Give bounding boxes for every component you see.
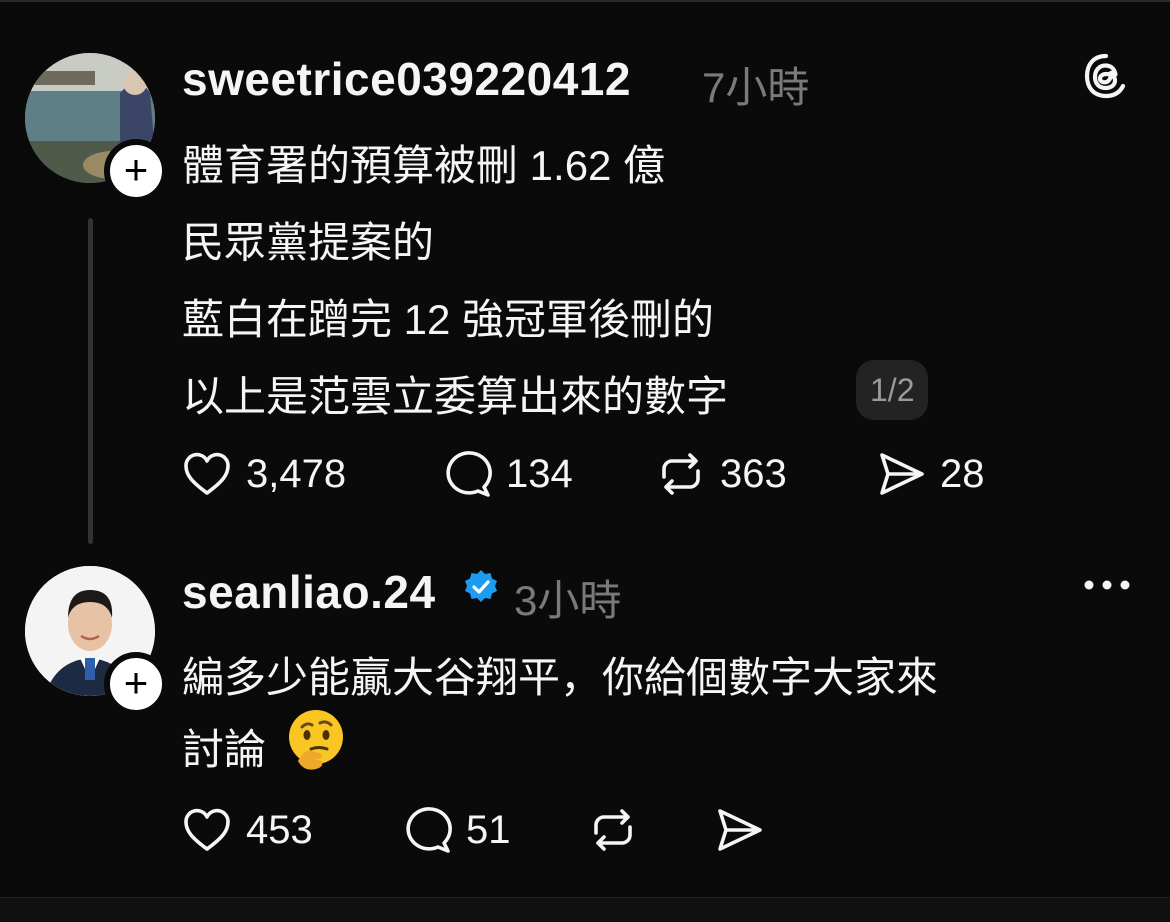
post-username[interactable]: sweetrice039220412: [182, 52, 631, 106]
like-count: 3,478: [246, 451, 347, 496]
reply-time: 3小時: [514, 577, 622, 624]
comment-icon: [406, 807, 452, 853]
like-button[interactable]: 453: [180, 803, 313, 857]
heart-icon: [184, 808, 230, 851]
repost-count: 363: [720, 451, 787, 496]
page-indicator: 1/2: [856, 360, 929, 420]
share-button[interactable]: [712, 803, 766, 857]
more-icon[interactable]: [1082, 570, 1132, 600]
reply-text-line-2: 討論: [182, 726, 267, 773]
reply-username[interactable]: seanliao.24: [182, 565, 436, 619]
reply-button[interactable]: 134: [440, 447, 573, 501]
verified-badge-icon: [465, 570, 497, 602]
post-time: 7小時: [702, 64, 810, 111]
thinking-face-emoji: [289, 710, 343, 770]
post-text-line-4: 以上是范雲立委算出來的數字: [182, 373, 729, 420]
post-text-line-3: 藍白在蹭完 12 強冠軍後刪的: [182, 296, 715, 343]
share-count: 28: [940, 451, 985, 496]
reply-button[interactable]: 51: [400, 803, 511, 857]
repost-button[interactable]: 363: [654, 447, 787, 501]
threads-logo-icon[interactable]: [1082, 52, 1130, 100]
heart-icon: [184, 452, 230, 495]
send-icon: [880, 453, 924, 495]
like-count: 453: [246, 807, 313, 852]
like-button[interactable]: 3,478: [180, 447, 346, 501]
repost-button[interactable]: [586, 803, 640, 857]
post-text-line-1: 體育署的預算被刪 1.62 億: [182, 142, 666, 189]
reply-count: 51: [466, 807, 511, 852]
comment-icon: [446, 451, 492, 497]
share-button[interactable]: 28: [874, 447, 985, 501]
thread-connector-line: [88, 218, 93, 544]
follow-plus-icon[interactable]: +: [104, 139, 168, 203]
bottom-divider: [0, 897, 1170, 922]
repost-icon: [594, 809, 632, 851]
follow-plus-icon[interactable]: +: [104, 652, 168, 716]
post-text-line-2: 民眾黨提案的: [182, 219, 435, 266]
reply-count: 134: [506, 451, 573, 496]
send-icon: [718, 809, 762, 851]
reply-text-line-1: 編多少能贏大谷翔平，你給個數字大家來: [182, 654, 939, 701]
repost-icon: [662, 453, 700, 495]
top-divider: [0, 0, 1170, 2]
